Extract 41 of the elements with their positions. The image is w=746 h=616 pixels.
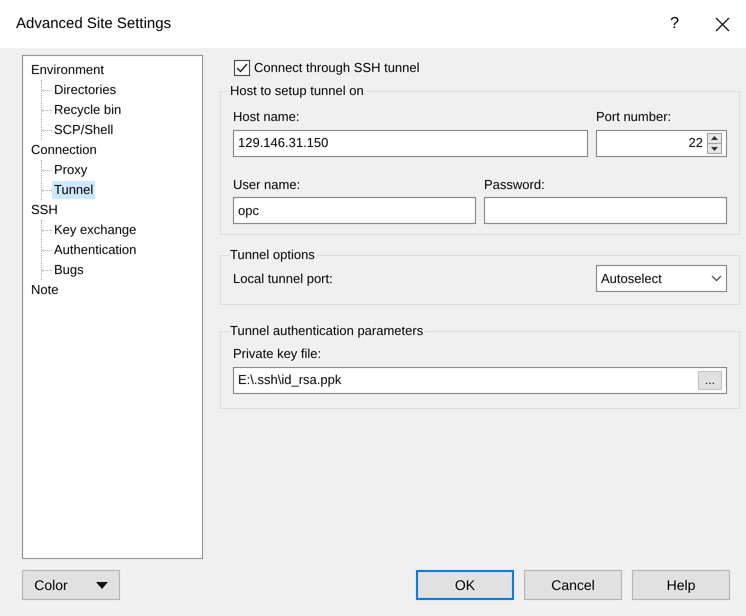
field-label: Private key file: [233,345,322,363]
field-label: Port number: [596,108,672,126]
tree-item[interactable]: Tunnel [52,181,96,199]
field-value: E:\.ssh\id_rsa.ppk [238,371,342,390]
port-number-field[interactable]: 22 [596,130,727,156]
checkbox-label[interactable]: Connect through SSH tunnel [254,58,420,78]
close-icon[interactable] [715,16,730,32]
tree-item[interactable]: Authentication [52,241,138,259]
tree-item[interactable]: SSH [29,201,60,219]
window-title: Advanced Site Settings [16,14,172,34]
tree-item[interactable]: Recycle bin [52,101,124,119]
browse-button[interactable]: ... [698,370,722,390]
group-title: Tunnel options [230,247,316,263]
dialog-button[interactable]: Cancel [524,570,622,600]
group-title: Tunnel authentication parameters [230,323,424,339]
caret-icon [96,582,108,588]
field-label: Password: [484,176,545,194]
ssh-tunnel-checkbox[interactable] [234,60,250,76]
field-label: User name: [233,176,300,194]
private-key-field[interactable]: E:\.ssh\id_rsa.ppk ... [233,366,727,394]
tree-item[interactable]: Environment [29,61,106,79]
field-label: Host name: [233,108,300,126]
password-field[interactable] [484,197,727,224]
chevron-down-icon [711,275,722,282]
color-dropdown-button[interactable]: Color [22,570,120,600]
group-title: Host to setup tunnel on [230,83,365,99]
user-name-field[interactable]: opc [233,197,476,224]
tree-item[interactable]: SCP/Shell [52,121,116,139]
spinner-icon[interactable] [707,132,722,154]
local-port-dropdown[interactable]: Autoselect [596,265,727,292]
tree-item[interactable]: Directories [52,81,118,99]
ok-button[interactable]: OK [416,570,514,600]
tree-item[interactable]: Note [29,281,60,299]
help-button[interactable]: ? [670,12,679,36]
tree-item[interactable]: Connection [29,141,99,159]
tree-item[interactable]: Proxy [52,161,90,179]
dialog-button[interactable]: Help [632,570,730,600]
tree-item[interactable]: Key exchange [52,221,138,239]
tree-item[interactable]: Bugs [52,261,86,279]
host-name-field[interactable]: 129.146.31.150 [233,130,588,156]
field-label: Local tunnel port: [233,270,333,288]
